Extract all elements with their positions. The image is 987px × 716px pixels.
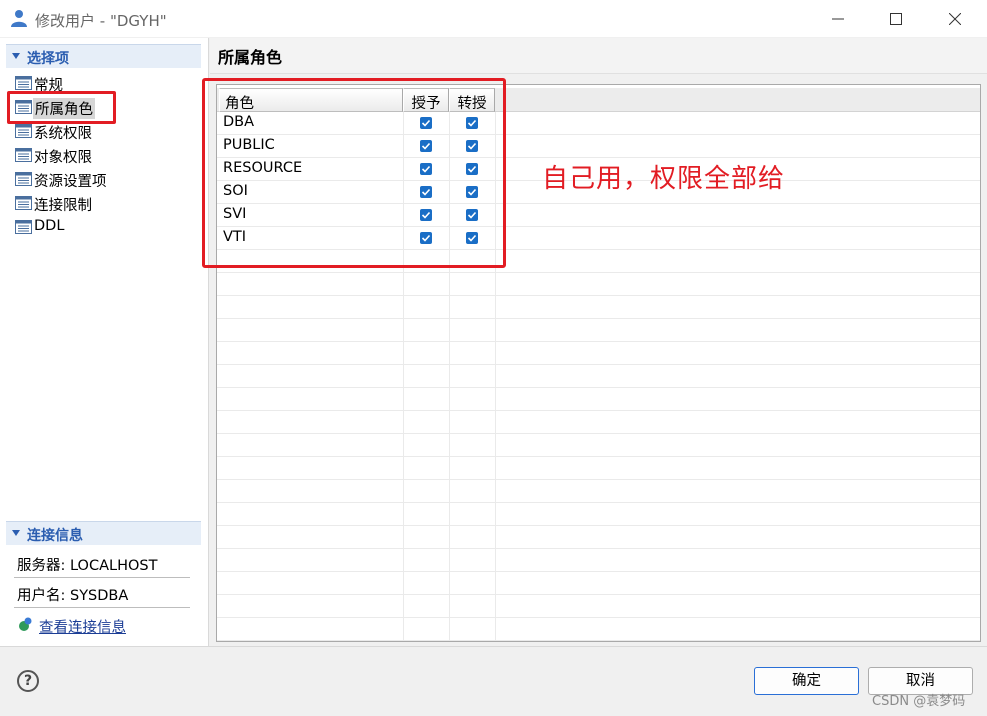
maximize-button[interactable] (873, 0, 919, 38)
connection-section-header[interactable]: 连接信息 (6, 521, 201, 545)
sidebar-item-label: 对象权限 (34, 150, 92, 166)
divider (14, 577, 190, 578)
divider (14, 607, 190, 608)
sidebar-item-label: DDL (34, 218, 65, 234)
sidebar-item-label: 连接限制 (34, 198, 92, 214)
table-row (217, 434, 980, 457)
annotation-text: 自己用，权限全部给 (542, 164, 786, 194)
collapse-triangle-icon (12, 53, 20, 59)
page-title: 所属角色 (218, 48, 283, 67)
list-icon (15, 148, 32, 162)
server-info: 服务器: LOCALHOST (17, 558, 158, 574)
table-row (217, 595, 980, 618)
connection-icon (19, 617, 32, 631)
table-row (217, 480, 980, 503)
sidebar-item[interactable]: 对象权限 (14, 144, 194, 166)
username-info: 用户名: SYSDBA (17, 588, 129, 604)
sidebar-item-label: 资源设置项 (34, 174, 107, 190)
list-icon (15, 124, 32, 138)
sidebar-item[interactable]: 资源设置项 (14, 168, 194, 190)
list-icon (15, 76, 32, 90)
table-row (217, 342, 980, 365)
table-row (217, 526, 980, 549)
maximize-icon (890, 13, 902, 25)
table-row (217, 319, 980, 342)
highlight-box (7, 91, 116, 124)
table-row (217, 411, 980, 434)
table-row (217, 388, 980, 411)
ok-button[interactable]: 确定 (754, 667, 859, 695)
close-button[interactable] (932, 0, 978, 38)
watermark: CSDN @袁梦码 (872, 694, 966, 709)
sidebar-item[interactable]: 连接限制 (14, 192, 194, 214)
view-connection-link[interactable]: 查看连接信息 (17, 616, 187, 636)
view-connection-label: 查看连接信息 (39, 620, 126, 636)
sidebar-item[interactable]: DDL (14, 216, 194, 238)
table-row (217, 273, 980, 296)
list-icon (15, 220, 32, 234)
table-row (217, 618, 980, 641)
table-row (217, 549, 980, 572)
list-icon (15, 196, 32, 210)
sidebar-section-title: 选择项 (27, 51, 69, 67)
window-title: 修改用户 - "DGYH" (35, 12, 167, 30)
connection-section-title: 连接信息 (27, 528, 83, 544)
minimize-button[interactable] (815, 0, 861, 38)
sidebar-item-label: 系统权限 (34, 126, 92, 142)
table-row (217, 296, 980, 319)
table-row (217, 503, 980, 526)
minimize-icon (832, 18, 844, 20)
list-icon (15, 172, 32, 186)
table-row (217, 365, 980, 388)
table-row (217, 457, 980, 480)
sidebar-section-header[interactable]: 选择项 (6, 44, 201, 68)
table-row (217, 572, 980, 595)
close-icon (949, 13, 961, 25)
page-header: 所属角色 (210, 38, 987, 74)
user-icon (11, 10, 27, 27)
collapse-triangle-icon (12, 530, 20, 536)
title-bar: 修改用户 - "DGYH" (0, 0, 987, 38)
help-button[interactable]: ? (17, 670, 39, 692)
highlight-box (202, 78, 506, 268)
